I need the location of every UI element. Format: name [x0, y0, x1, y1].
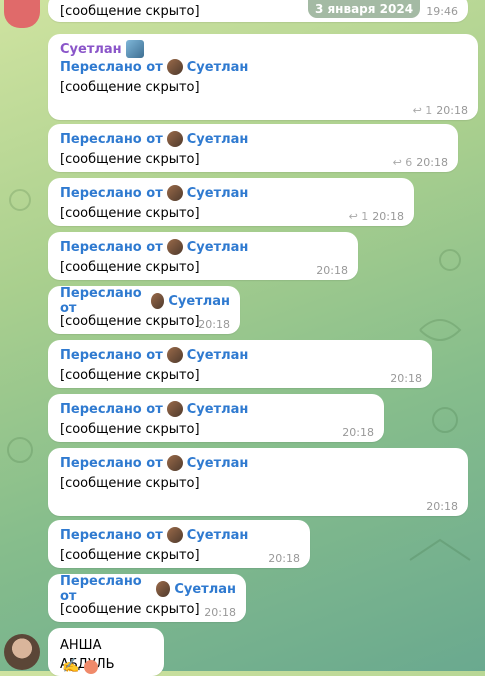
emoji: ✍️ — [62, 658, 80, 674]
message-meta: 20:18 — [268, 552, 300, 565]
forwarded-label: Переслано от — [60, 185, 163, 201]
avatar — [166, 401, 183, 417]
message-meta: ↩ 1 20:18 — [413, 104, 468, 117]
forwarded-from[interactable]: Переслано от Суетлан — [60, 346, 422, 364]
message-bubble[interactable]: Переслано от Суетлан [сообщение скрыто] ↩ 6… — [48, 124, 458, 172]
message-meta: 20:18 — [390, 372, 422, 385]
forwarded-from[interactable]: Переслано от Суетлан — [60, 130, 448, 148]
message-meta: 20:18 — [198, 318, 230, 331]
avatar — [166, 59, 183, 75]
avatar — [150, 293, 165, 309]
reply-count[interactable]: ↩ 6 — [393, 156, 413, 169]
forwarded-from[interactable]: Переслано от Суетлан — [60, 184, 404, 202]
forwarded-name: Суетлан — [186, 455, 249, 471]
message-text: [сообщение скрыто] — [60, 152, 200, 167]
message-bubble[interactable]: Переслано от Суетлан [сообщение скрыто] 20:… — [48, 520, 310, 568]
forwarded-name: Суетлан — [186, 401, 249, 417]
forwarded-from[interactable]: Переслано от Суетлан — [60, 454, 458, 472]
avatar — [156, 581, 171, 597]
message-bubble[interactable]: Суетлан Переслано от Суетлан [сообщение скр… — [48, 34, 478, 120]
avatar — [166, 347, 183, 363]
forwarded-name: Суетлан — [168, 293, 230, 309]
message-bubble[interactable]: Переслано от Суетлан [сообщение скрыто] 20:… — [48, 574, 246, 622]
message-bubble[interactable]: АНША АБДУЛЬ ✍️ — [48, 628, 164, 676]
message-time: 20:18 — [198, 318, 230, 331]
message-text: [сообщение скрыто] — [60, 80, 200, 95]
forwarded-label: Переслано от — [60, 347, 163, 363]
message-text: [сообщение скрыто] — [60, 422, 200, 437]
message-text: [сообщение скрыто] — [60, 548, 200, 563]
forwarded-from[interactable]: Переслано от Суетлан — [60, 58, 468, 76]
avatar — [166, 455, 183, 471]
avatar — [166, 185, 183, 201]
message-time: 20:18 — [204, 606, 236, 619]
message-bubble[interactable]: Переслано от Суетлан [сообщение скрыто] 20:… — [48, 448, 468, 516]
message-meta: ↩ 6 20:18 — [393, 156, 448, 169]
forwarded-label: Переслано от — [60, 131, 163, 147]
forwarded-name: Суетлан — [186, 527, 249, 543]
message-bubble[interactable]: Переслано от Суетлан [сообщение скрыто] 20:… — [48, 340, 432, 388]
message-meta: ↩ 1 20:18 — [349, 210, 404, 223]
forwarded-name: Суетлан — [186, 59, 249, 75]
message-bubble[interactable]: Переслано от Суетлан [сообщение скрыто] 20:… — [48, 394, 384, 442]
forwarded-name: Суетлан — [186, 239, 249, 255]
message-time: 20:18 — [372, 210, 404, 223]
message-bubble[interactable]: Переслано от Суетлан [сообщение скрыто] 20:… — [48, 286, 240, 334]
message-time: 20:18 — [268, 552, 300, 565]
ghost-icon — [4, 0, 40, 28]
forwarded-label: Переслано от — [60, 527, 163, 543]
message-time: 20:18 — [390, 372, 422, 385]
message-meta: 20:18 — [316, 264, 348, 277]
reply-count[interactable]: ↩ 1 — [349, 210, 369, 223]
message-time: 20:18 — [436, 104, 468, 117]
message-time: 20:18 — [426, 500, 458, 513]
forwarded-name: Суетлан — [186, 185, 249, 201]
message-bubble[interactable]: Переслано от Суетлан [сообщение скрыто] 20:… — [48, 232, 358, 280]
forwarded-from[interactable]: Переслано от Суетлан — [60, 286, 230, 316]
sender-avatar — [125, 40, 144, 58]
message-meta: 20:18 — [204, 606, 236, 619]
forwarded-label: Переслано от — [60, 59, 163, 75]
forwarded-name: Суетлан — [186, 131, 249, 147]
avatar — [166, 131, 183, 147]
forwarded-name: Суетлан — [186, 347, 249, 363]
forwarded-name: Суетлан — [174, 581, 236, 597]
avatar[interactable] — [4, 634, 40, 670]
message-text: [сообщение скрыто] — [60, 260, 200, 275]
message-time: 19:46 — [426, 5, 458, 18]
message-meta: 20:18 — [426, 500, 458, 513]
forwarded-label: Переслано от — [60, 401, 163, 417]
forwarded-label: Переслано от — [60, 239, 163, 255]
forwarded-from[interactable]: Переслано от Суетлан — [60, 526, 300, 544]
message-text: [сообщение скрыто] — [60, 476, 200, 491]
reaction-icon — [84, 660, 98, 674]
message-sender[interactable]: Суетлан — [60, 40, 468, 58]
forwarded-from[interactable]: Переслано от Суетлан — [60, 400, 374, 418]
message-meta: 20:18 — [342, 426, 374, 439]
forwarded-from[interactable]: Переслано от Суетлан — [60, 238, 348, 256]
message-time: 20:18 — [316, 264, 348, 277]
avatar — [166, 239, 183, 255]
forwarded-label: Переслано от — [60, 455, 163, 471]
reply-count[interactable]: ↩ 1 — [413, 104, 433, 117]
message-time: 20:18 — [342, 426, 374, 439]
avatar — [166, 527, 183, 543]
date-badge[interactable]: 3 января 2024 — [308, 0, 420, 18]
forwarded-from[interactable]: Переслано от Суетлан — [60, 574, 236, 604]
message-bubble[interactable]: Переслано от Суетлан [сообщение скрыто] ↩ 1… — [48, 178, 414, 226]
message-text: [сообщение скрыто] — [60, 368, 200, 383]
message-time: 20:18 — [416, 156, 448, 169]
